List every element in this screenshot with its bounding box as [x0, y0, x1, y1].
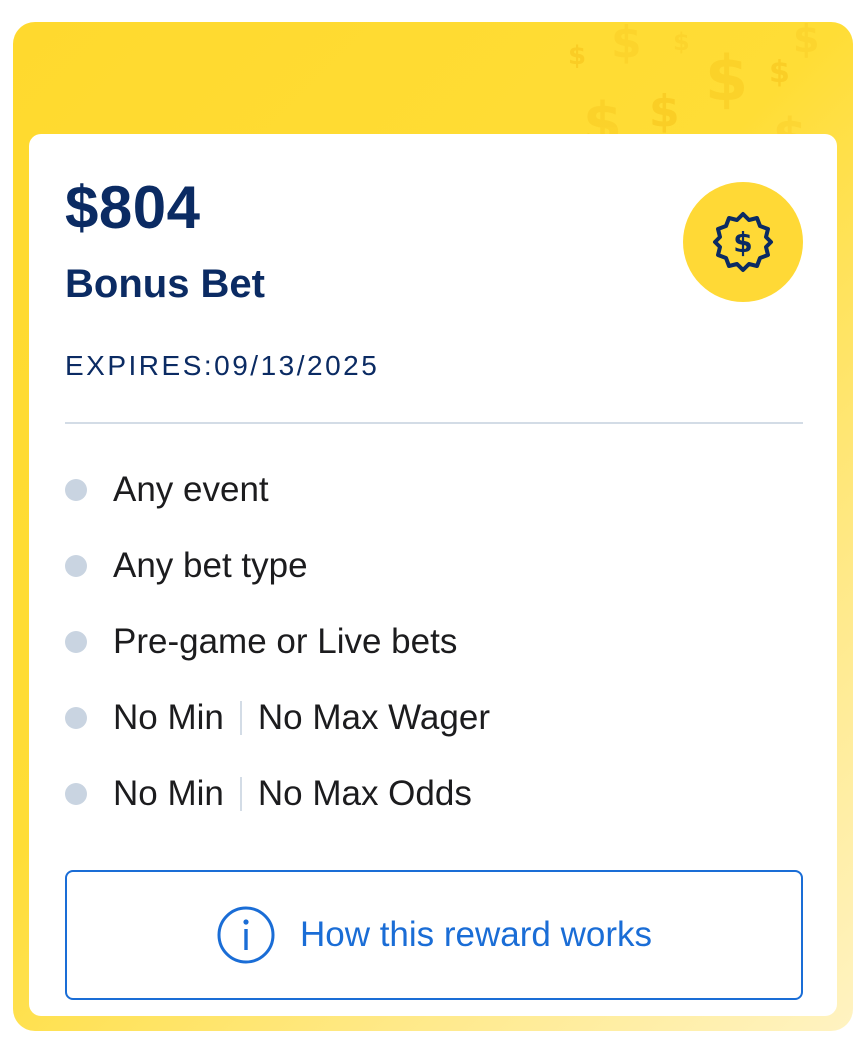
divider [65, 422, 803, 424]
list-item: Pre-game or Live bets [65, 604, 805, 680]
bullet-icon [65, 555, 87, 577]
term-max: No Max Odds [257, 774, 472, 813]
term-text: Any bet type [113, 546, 308, 585]
svg-text:$: $ [611, 22, 642, 68]
reward-terms-list: Any event Any bet type Pre-game or Live … [65, 452, 805, 832]
svg-text:$: $ [793, 22, 819, 61]
svg-text:$: $ [705, 42, 748, 115]
term-min: No Min [113, 774, 224, 813]
bullet-icon [65, 707, 87, 729]
term-text: Any event [113, 470, 269, 509]
term-text: Pre-game or Live bets [113, 622, 458, 661]
svg-text:$: $ [649, 86, 680, 137]
svg-text:$: $ [673, 28, 690, 56]
info-icon [216, 905, 276, 965]
svg-text:$: $ [733, 226, 752, 259]
how-reward-works-label: How this reward works [299, 915, 653, 954]
term-max: No Max Wager [257, 698, 490, 737]
list-item: No Min No Max Odds [65, 756, 805, 832]
separator [239, 701, 242, 735]
list-item: No Min No Max Wager [65, 680, 805, 756]
svg-text:$: $ [769, 55, 790, 90]
reward-amount: $804 [65, 174, 201, 241]
expiry-date: EXPIRES:09/13/2025 [65, 350, 380, 381]
bullet-icon [65, 631, 87, 653]
svg-text:$: $ [568, 41, 586, 71]
how-reward-works-button[interactable]: How this reward works [65, 870, 803, 1000]
bullet-icon [65, 783, 87, 805]
reward-card: $804 Bonus Bet EXPIRES:09/13/2025 $ Any … [29, 134, 837, 1016]
term-min: No Min [113, 698, 224, 737]
separator [239, 777, 242, 811]
reward-type: Bonus Bet [65, 262, 265, 306]
bullet-icon [65, 479, 87, 501]
dollar-badge-icon: $ [683, 182, 803, 302]
reward-card-frame: $ $ $ $ $ $ $ $ $ $804 Bonus Bet EXPIRES… [13, 22, 853, 1031]
list-item: Any bet type [65, 528, 805, 604]
list-item: Any event [65, 452, 805, 528]
